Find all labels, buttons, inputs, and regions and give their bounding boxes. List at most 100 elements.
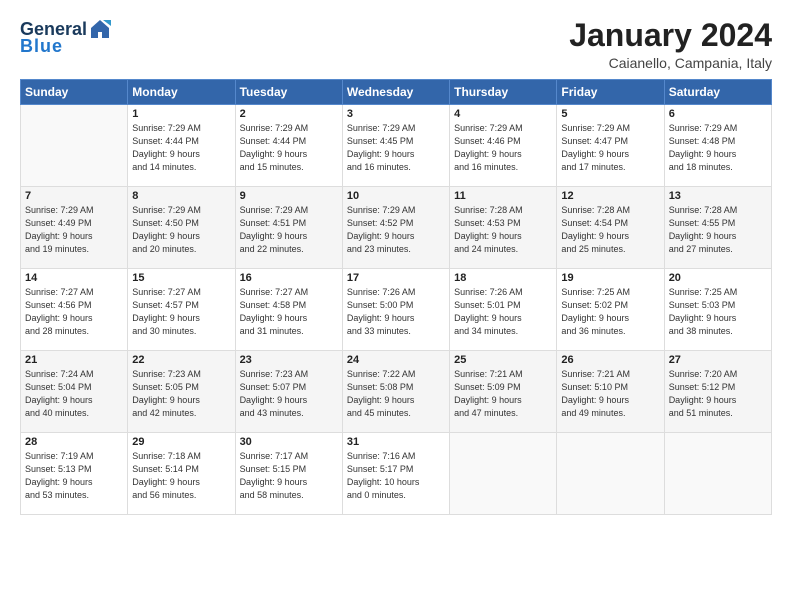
- day-info: Sunrise: 7:29 AM Sunset: 4:51 PM Dayligh…: [240, 204, 338, 256]
- day-info: Sunrise: 7:18 AM Sunset: 5:14 PM Dayligh…: [132, 450, 230, 502]
- day-info: Sunrise: 7:25 AM Sunset: 5:02 PM Dayligh…: [561, 286, 659, 338]
- day-info: Sunrise: 7:29 AM Sunset: 4:48 PM Dayligh…: [669, 122, 767, 174]
- title-block: January 2024 Caianello, Campania, Italy: [569, 18, 772, 71]
- calendar-cell: 11Sunrise: 7:28 AM Sunset: 4:53 PM Dayli…: [450, 187, 557, 269]
- day-info: Sunrise: 7:20 AM Sunset: 5:12 PM Dayligh…: [669, 368, 767, 420]
- day-info: Sunrise: 7:28 AM Sunset: 4:54 PM Dayligh…: [561, 204, 659, 256]
- day-info: Sunrise: 7:25 AM Sunset: 5:03 PM Dayligh…: [669, 286, 767, 338]
- calendar-cell: [450, 433, 557, 515]
- day-info: Sunrise: 7:28 AM Sunset: 4:53 PM Dayligh…: [454, 204, 552, 256]
- calendar-cell: 3 Sunrise: 7:29 AM Sunset: 4:45 PM Daylig…: [342, 105, 449, 187]
- day-number: 3: [347, 108, 445, 120]
- calendar-cell: 12 Sunrise: 7:28 AM Sunset: 4:54 PM Dayli…: [557, 187, 664, 269]
- day-number: 23: [240, 354, 338, 366]
- day-info: Sunrise: 7:26 AM Sunset: 5:01 PM Dayligh…: [454, 286, 552, 338]
- day-number: 24: [347, 354, 445, 366]
- day-number: 10: [347, 190, 445, 202]
- calendar-cell: 25 Sunrise: 7:21 AM Sunset: 5:09 PM Dayli…: [450, 351, 557, 433]
- day-info: Sunrise: 7:29 AM Sunset: 4:49 PM Dayligh…: [25, 204, 123, 256]
- logo-blue-text: Blue: [20, 36, 63, 57]
- calendar-cell: 30 Sunrise: 7:17 AM Sunset: 5:15 PM Dayli…: [235, 433, 342, 515]
- calendar-cell: 23 Sunrise: 7:23 AM Sunset: 5:07 PM Dayli…: [235, 351, 342, 433]
- calendar-cell: 5Sunrise: 7:29 AM Sunset: 4:47 PM Daylig…: [557, 105, 664, 187]
- day-info: Sunrise: 7:29 AM Sunset: 4:45 PM Dayligh…: [347, 122, 445, 174]
- calendar-week-row: 1Sunrise: 7:29 AM Sunset: 4:44 PM Daylig…: [21, 105, 772, 187]
- day-number: 15: [132, 272, 230, 284]
- page: General Blue January 2024 Caianello, Cam…: [0, 0, 792, 612]
- day-info: Sunrise: 7:17 AM Sunset: 5:15 PM Dayligh…: [240, 450, 338, 502]
- day-info: Sunrise: 7:21 AM Sunset: 5:09 PM Dayligh…: [454, 368, 552, 420]
- day-info: Sunrise: 7:23 AM Sunset: 5:07 PM Dayligh…: [240, 368, 338, 420]
- calendar-cell: 2Sunrise: 7:29 AM Sunset: 4:44 PM Daylig…: [235, 105, 342, 187]
- day-number: 16: [240, 272, 338, 284]
- day-info: Sunrise: 7:22 AM Sunset: 5:08 PM Dayligh…: [347, 368, 445, 420]
- day-info: Sunrise: 7:27 AM Sunset: 4:56 PM Dayligh…: [25, 286, 123, 338]
- day-info: Sunrise: 7:26 AM Sunset: 5:00 PM Dayligh…: [347, 286, 445, 338]
- calendar-cell: 7 Sunrise: 7:29 AM Sunset: 4:49 PM Daylig…: [21, 187, 128, 269]
- weekday-monday: Monday: [128, 80, 235, 105]
- logo: General Blue: [20, 18, 111, 57]
- day-number: 26: [561, 354, 659, 366]
- day-number: 7: [25, 190, 123, 202]
- calendar-week-row: 21Sunrise: 7:24 AM Sunset: 5:04 PM Dayli…: [21, 351, 772, 433]
- calendar-cell: [664, 433, 771, 515]
- calendar-cell: 18 Sunrise: 7:26 AM Sunset: 5:01 PM Dayli…: [450, 269, 557, 351]
- header: General Blue January 2024 Caianello, Cam…: [20, 18, 772, 71]
- calendar-cell: 22 Sunrise: 7:23 AM Sunset: 5:05 PM Dayli…: [128, 351, 235, 433]
- weekday-sunday: Sunday: [21, 80, 128, 105]
- calendar-cell: 28 Sunrise: 7:19 AM Sunset: 5:13 PM Dayli…: [21, 433, 128, 515]
- day-number: 21: [25, 354, 123, 366]
- weekday-wednesday: Wednesday: [342, 80, 449, 105]
- calendar-cell: 8 Sunrise: 7:29 AM Sunset: 4:50 PM Daylig…: [128, 187, 235, 269]
- day-number: 28: [25, 436, 123, 448]
- day-number: 14: [25, 272, 123, 284]
- day-number: 9: [240, 190, 338, 202]
- calendar-table: SundayMondayTuesdayWednesdayThursdayFrid…: [20, 79, 772, 515]
- day-info: Sunrise: 7:29 AM Sunset: 4:47 PM Dayligh…: [561, 122, 659, 174]
- day-number: 4: [454, 108, 552, 120]
- calendar-cell: 6 Sunrise: 7:29 AM Sunset: 4:48 PM Daylig…: [664, 105, 771, 187]
- logo-icon: [89, 18, 111, 40]
- calendar-cell: 29 Sunrise: 7:18 AM Sunset: 5:14 PM Dayli…: [128, 433, 235, 515]
- calendar-cell: 1Sunrise: 7:29 AM Sunset: 4:44 PM Daylig…: [128, 105, 235, 187]
- day-info: Sunrise: 7:27 AM Sunset: 4:57 PM Dayligh…: [132, 286, 230, 338]
- calendar-cell: 19Sunrise: 7:25 AM Sunset: 5:02 PM Dayli…: [557, 269, 664, 351]
- day-number: 17: [347, 272, 445, 284]
- day-number: 2: [240, 108, 338, 120]
- calendar-cell: 15 Sunrise: 7:27 AM Sunset: 4:57 PM Dayli…: [128, 269, 235, 351]
- day-number: 12: [561, 190, 659, 202]
- day-number: 6: [669, 108, 767, 120]
- day-number: 1: [132, 108, 230, 120]
- weekday-tuesday: Tuesday: [235, 80, 342, 105]
- calendar-cell: 16 Sunrise: 7:27 AM Sunset: 4:58 PM Dayli…: [235, 269, 342, 351]
- weekday-header-row: SundayMondayTuesdayWednesdayThursdayFrid…: [21, 80, 772, 105]
- day-info: Sunrise: 7:23 AM Sunset: 5:05 PM Dayligh…: [132, 368, 230, 420]
- calendar-cell: [21, 105, 128, 187]
- day-info: Sunrise: 7:27 AM Sunset: 4:58 PM Dayligh…: [240, 286, 338, 338]
- calendar-cell: 24 Sunrise: 7:22 AM Sunset: 5:08 PM Dayli…: [342, 351, 449, 433]
- day-number: 20: [669, 272, 767, 284]
- day-number: 29: [132, 436, 230, 448]
- calendar-cell: 27Sunrise: 7:20 AM Sunset: 5:12 PM Dayli…: [664, 351, 771, 433]
- day-number: 22: [132, 354, 230, 366]
- day-number: 8: [132, 190, 230, 202]
- day-number: 25: [454, 354, 552, 366]
- calendar-week-row: 7 Sunrise: 7:29 AM Sunset: 4:49 PM Daylig…: [21, 187, 772, 269]
- calendar-cell: 17 Sunrise: 7:26 AM Sunset: 5:00 PM Dayli…: [342, 269, 449, 351]
- weekday-saturday: Saturday: [664, 80, 771, 105]
- day-number: 30: [240, 436, 338, 448]
- day-info: Sunrise: 7:29 AM Sunset: 4:50 PM Dayligh…: [132, 204, 230, 256]
- day-info: Sunrise: 7:29 AM Sunset: 4:46 PM Dayligh…: [454, 122, 552, 174]
- calendar-cell: 13Sunrise: 7:28 AM Sunset: 4:55 PM Dayli…: [664, 187, 771, 269]
- calendar-cell: 26 Sunrise: 7:21 AM Sunset: 5:10 PM Dayli…: [557, 351, 664, 433]
- day-info: Sunrise: 7:16 AM Sunset: 5:17 PM Dayligh…: [347, 450, 445, 502]
- day-info: Sunrise: 7:29 AM Sunset: 4:52 PM Dayligh…: [347, 204, 445, 256]
- calendar-cell: 14 Sunrise: 7:27 AM Sunset: 4:56 PM Dayli…: [21, 269, 128, 351]
- calendar-cell: 20 Sunrise: 7:25 AM Sunset: 5:03 PM Dayli…: [664, 269, 771, 351]
- calendar-week-row: 14 Sunrise: 7:27 AM Sunset: 4:56 PM Dayli…: [21, 269, 772, 351]
- calendar-cell: 31Sunrise: 7:16 AM Sunset: 5:17 PM Dayli…: [342, 433, 449, 515]
- day-info: Sunrise: 7:19 AM Sunset: 5:13 PM Dayligh…: [25, 450, 123, 502]
- weekday-thursday: Thursday: [450, 80, 557, 105]
- day-number: 18: [454, 272, 552, 284]
- day-info: Sunrise: 7:21 AM Sunset: 5:10 PM Dayligh…: [561, 368, 659, 420]
